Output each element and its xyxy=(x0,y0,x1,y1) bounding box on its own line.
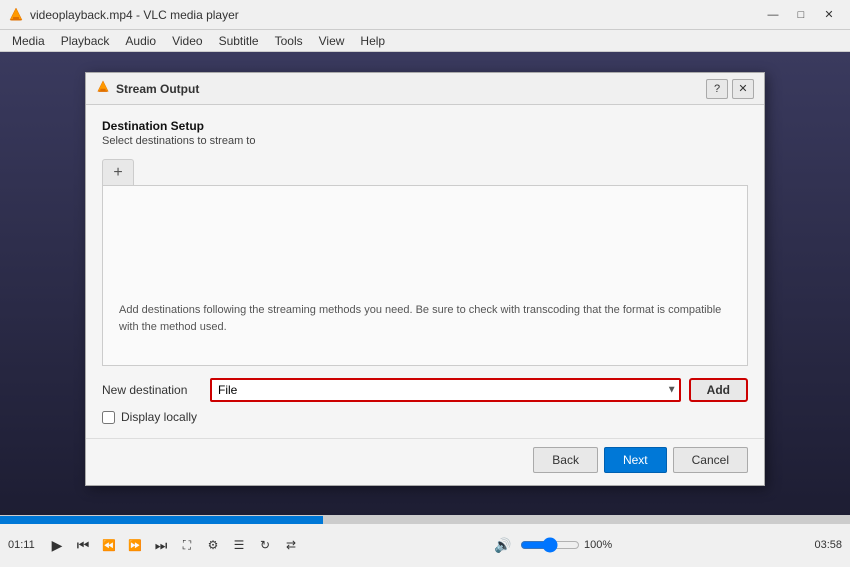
menu-subtitle[interactable]: Subtitle xyxy=(211,32,267,50)
dialog-icon xyxy=(96,80,110,97)
cancel-button[interactable]: Cancel xyxy=(673,447,748,473)
stream-output-dialog: Stream Output ? ✕ Destination Setup Sele… xyxy=(85,72,765,486)
menu-video[interactable]: Video xyxy=(164,32,210,50)
display-locally-checkbox[interactable] xyxy=(102,411,115,424)
dialog-help-button[interactable]: ? xyxy=(706,79,728,99)
back-button[interactable]: Back xyxy=(533,447,598,473)
dialog-close-button[interactable]: ✕ xyxy=(732,79,754,99)
extended-settings-button[interactable]: ⚙ xyxy=(201,533,225,557)
loop-button[interactable]: ↻ xyxy=(253,533,277,557)
dialog-title-bar: Stream Output ? ✕ xyxy=(86,73,764,105)
maximize-button[interactable]: □ xyxy=(788,5,814,25)
fullscreen-button[interactable]: ⛶ xyxy=(175,533,199,557)
destination-select-wrapper: File Display HTTP MMS RTP RTSP UDP ▼ xyxy=(210,378,681,402)
progress-bar[interactable] xyxy=(0,516,850,524)
player-controls: 01:11 ▶ ⏮ ⏪ ⏩ ⏭ ⛶ ⚙ ☰ ↻ ⇄ 🔊 100% 03:58 xyxy=(0,524,850,566)
add-tab-icon: + xyxy=(113,164,122,182)
menu-playback[interactable]: Playback xyxy=(53,32,118,50)
destination-label: New destination xyxy=(102,383,202,397)
add-tab-button[interactable]: + xyxy=(102,159,134,185)
destination-select[interactable]: File Display HTTP MMS RTP RTSP UDP xyxy=(210,378,681,402)
play-button[interactable]: ▶ xyxy=(45,533,69,557)
total-time: 03:58 xyxy=(806,539,842,551)
tab-bar: + xyxy=(102,159,748,186)
section-title: Destination Setup xyxy=(102,119,748,133)
dialog-controls: ? ✕ xyxy=(706,79,754,99)
next-button[interactable]: Next xyxy=(604,447,667,473)
info-text: Add destinations following the streaming… xyxy=(119,302,731,335)
menu-tools[interactable]: Tools xyxy=(267,32,311,50)
window-title: videoplayback.mp4 - VLC media player xyxy=(30,8,760,22)
prev-frame-button[interactable]: ⏮ xyxy=(71,533,95,557)
add-destination-button[interactable]: Add xyxy=(689,378,748,402)
title-bar: videoplayback.mp4 - VLC media player — □… xyxy=(0,0,850,30)
app-icon xyxy=(8,7,24,23)
next-frame-button[interactable]: ⏭ xyxy=(149,533,173,557)
window-close-button[interactable]: ✕ xyxy=(816,5,842,25)
window-controls: — □ ✕ xyxy=(760,5,842,25)
section-subtitle: Select destinations to stream to xyxy=(102,135,748,147)
volume-slider[interactable] xyxy=(520,537,580,553)
current-time: 01:11 xyxy=(8,539,44,551)
dialog-content: Destination Setup Select destinations to… xyxy=(86,105,764,438)
dialog-title: Stream Output xyxy=(116,82,706,96)
prev-button[interactable]: ⏪ xyxy=(97,533,121,557)
mute-button[interactable]: 🔊 xyxy=(491,533,515,557)
destination-content-area: Add destinations following the streaming… xyxy=(102,186,748,366)
playlist-button[interactable]: ☰ xyxy=(227,533,251,557)
display-locally-row: Display locally xyxy=(102,410,748,424)
player-bar: 01:11 ▶ ⏮ ⏪ ⏩ ⏭ ⛶ ⚙ ☰ ↻ ⇄ 🔊 100% 03:58 xyxy=(0,515,850,567)
dialog-footer: Back Next Cancel xyxy=(86,438,764,485)
next-button[interactable]: ⏩ xyxy=(123,533,147,557)
volume-percent: 100% xyxy=(584,539,620,551)
new-destination-row: New destination File Display HTTP MMS RT… xyxy=(102,378,748,402)
menu-view[interactable]: View xyxy=(311,32,353,50)
random-button[interactable]: ⇄ xyxy=(279,533,303,557)
dialog-overlay: Stream Output ? ✕ Destination Setup Sele… xyxy=(0,52,850,567)
progress-fill xyxy=(0,516,323,524)
menu-help[interactable]: Help xyxy=(352,32,393,50)
minimize-button[interactable]: — xyxy=(760,5,786,25)
menu-bar: Media Playback Audio Video Subtitle Tool… xyxy=(0,30,850,52)
menu-media[interactable]: Media xyxy=(4,32,53,50)
display-locally-label[interactable]: Display locally xyxy=(121,410,197,424)
menu-audio[interactable]: Audio xyxy=(117,32,164,50)
